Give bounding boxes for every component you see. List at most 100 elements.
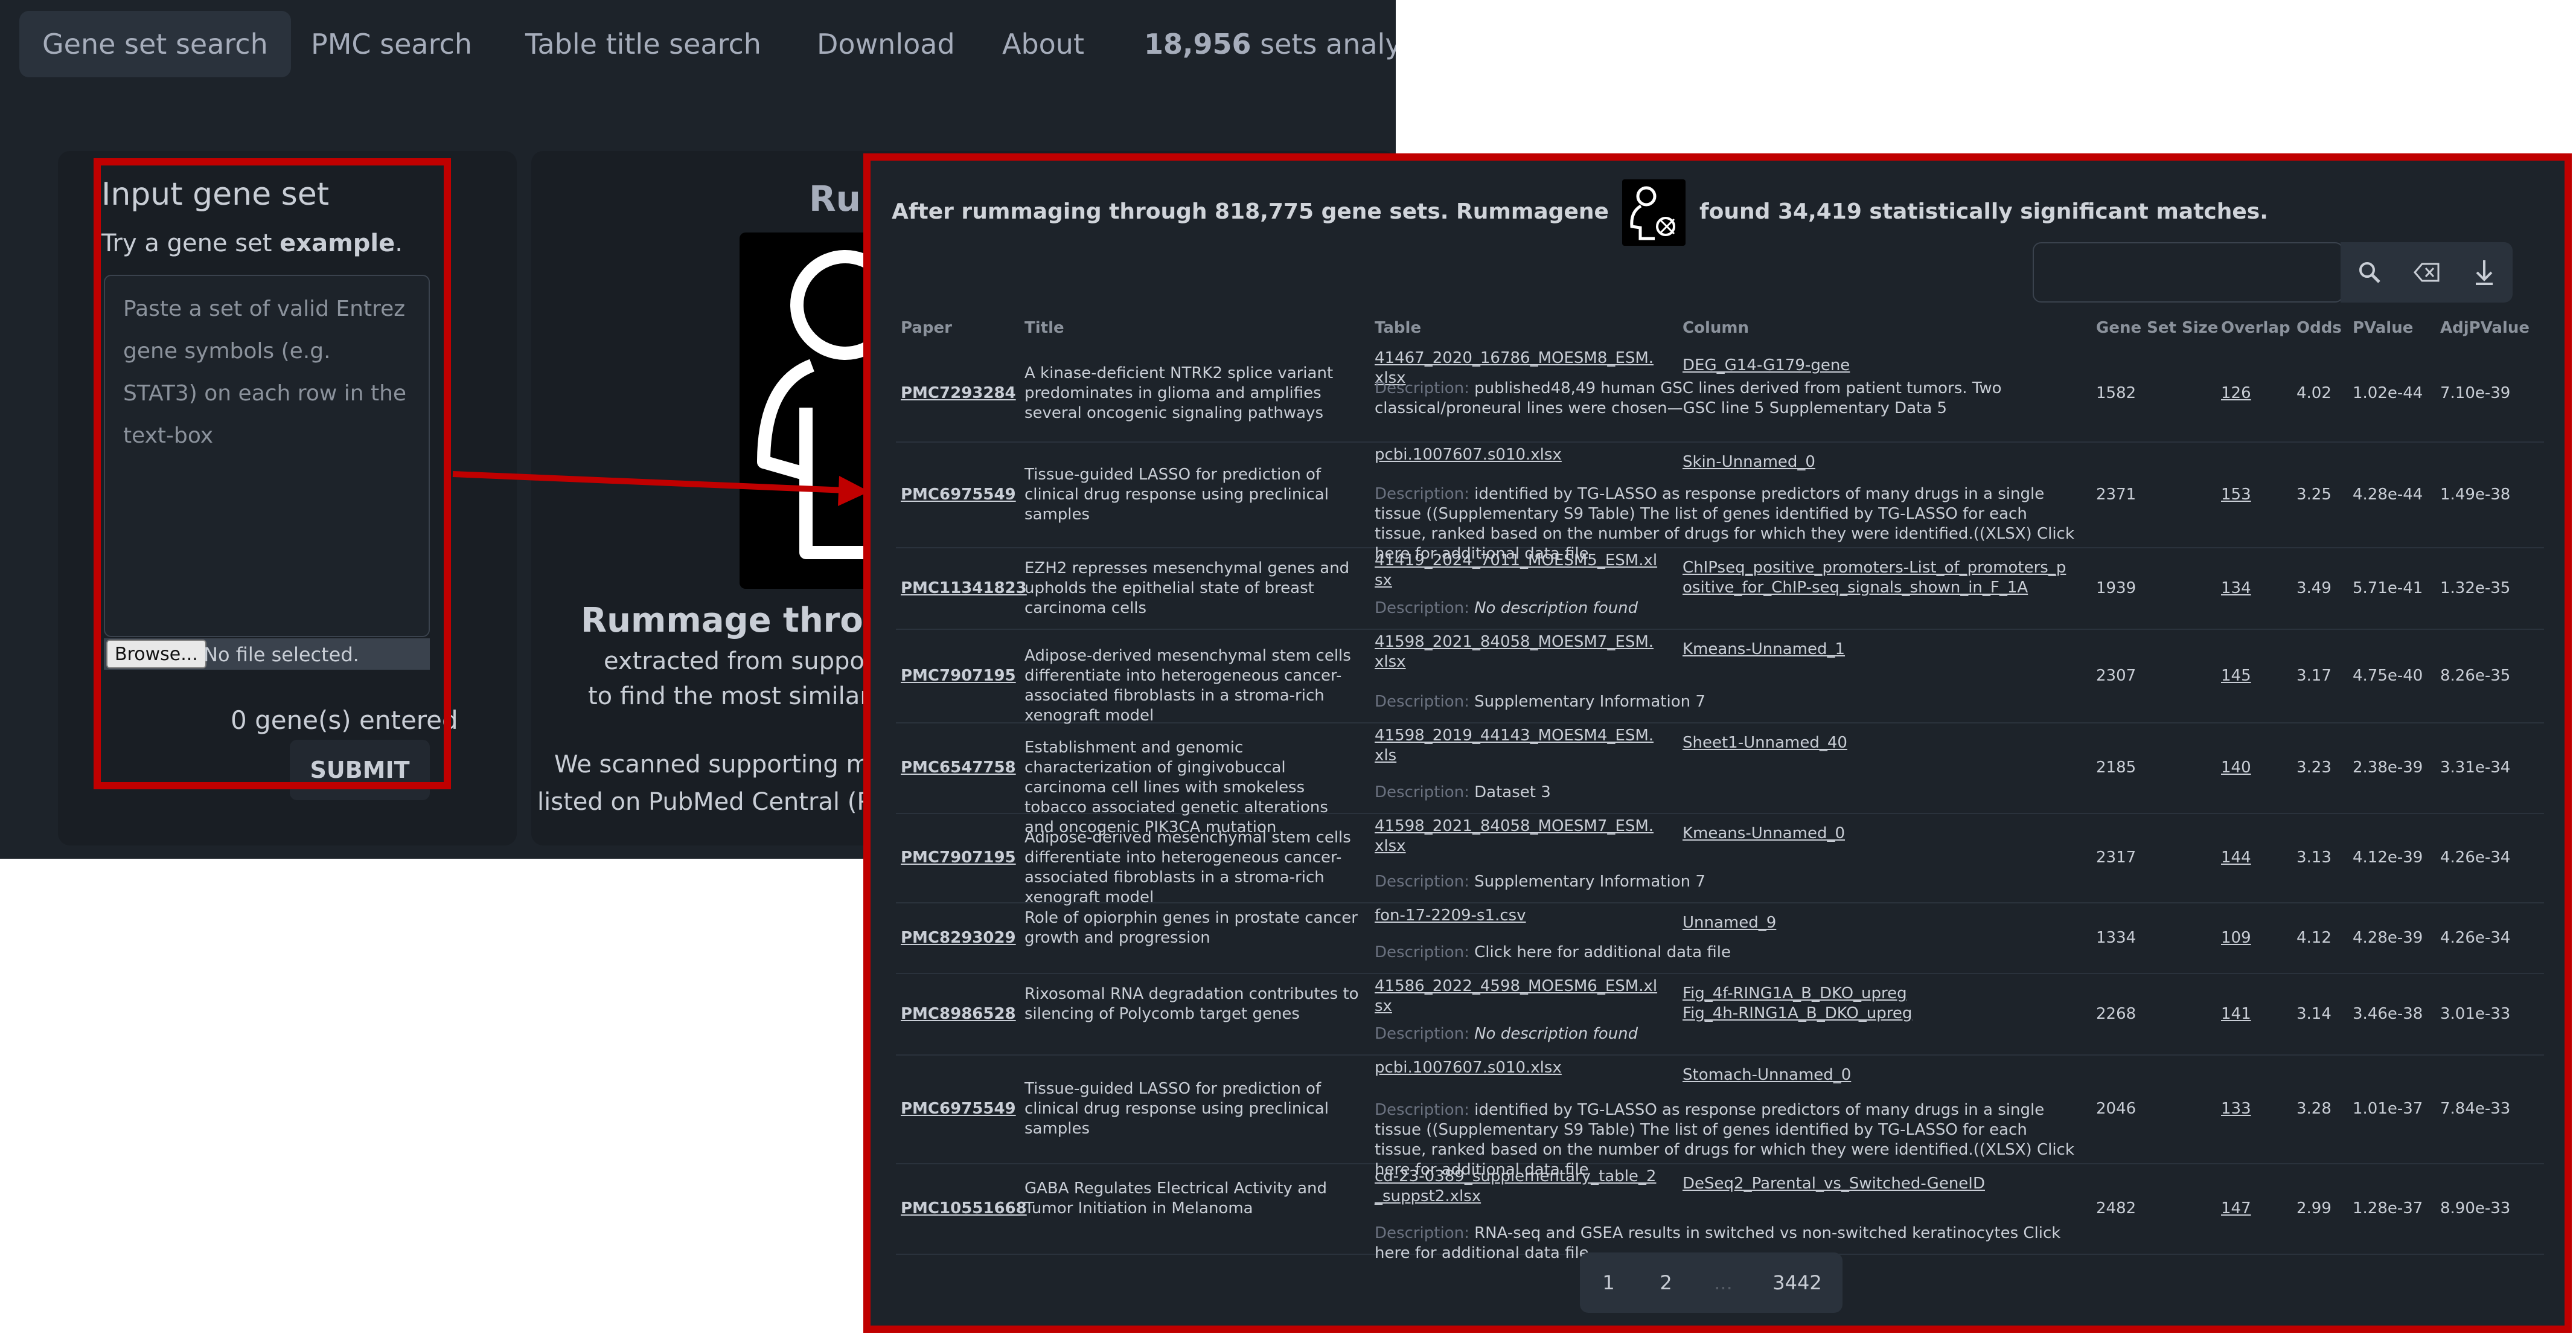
download-icon[interactable] <box>2455 242 2513 303</box>
table-link[interactable]: 41598_2019_44143_MOESM4_ESM.xls <box>1375 726 1654 765</box>
nav-about[interactable]: About <box>1002 11 1084 77</box>
col-header-overlap[interactable]: Overlap <box>2221 319 2290 337</box>
rummagene-logo-icon <box>1622 179 1686 246</box>
paper-link[interactable]: PMC7907195 <box>901 848 1016 867</box>
sets-analyzed-count: 18,956 sets analyzed <box>1144 28 1396 60</box>
column-link[interactable]: Stomach-Unnamed_0 <box>1683 1066 1851 1084</box>
pvalue: 2.38e-39 <box>2353 758 2423 777</box>
nav-download[interactable]: Download <box>817 11 955 77</box>
paper-title: Adipose-derived mesenchymal stem cells d… <box>1024 646 1351 725</box>
gene-set-size: 2482 <box>2096 1199 2137 1217</box>
hero-text: extracted from suppor <box>604 647 875 675</box>
col-header-table[interactable]: Table <box>1375 319 1421 337</box>
column-link[interactable]: ChIPseq_positive_promoters-List_of_promo… <box>1683 559 2066 597</box>
page-1-button[interactable]: 1 <box>1580 1252 1637 1313</box>
nav-gene-set-search[interactable]: Gene set search <box>19 11 291 77</box>
table-link[interactable]: pcbi.1007607.s010.xlsx <box>1375 1059 1562 1077</box>
column-cell: Sheet1-Unnamed_40 <box>1683 733 2069 753</box>
table-link[interactable]: 41419_2024_7011_MOESM5_ESM.xlsx <box>1375 551 1657 589</box>
overlap-link[interactable]: 144 <box>2221 848 2251 867</box>
overlap-link[interactable]: 145 <box>2221 667 2251 685</box>
column-cell: Kmeans-Unnamed_0 <box>1683 824 2069 844</box>
paper-title: A kinase-deficient NTRK2 splice variant … <box>1024 364 1334 422</box>
search-icon[interactable] <box>2341 242 2398 303</box>
column-cell: Stomach-Unnamed_0 <box>1683 1065 2069 1085</box>
col-header-pvalue[interactable]: PValue <box>2353 319 2413 337</box>
gene-set-size: 2185 <box>2096 758 2137 777</box>
overlap-link[interactable]: 153 <box>2221 486 2251 504</box>
paper-title: EZH2 represses mesenchymal genes and uph… <box>1024 559 1350 617</box>
overlap-link[interactable]: 134 <box>2221 579 2251 597</box>
paper-title: GABA Regulates Electrical Activity and T… <box>1024 1179 1328 1217</box>
gene-set-size: 2046 <box>2096 1100 2137 1118</box>
column-link[interactable]: DeSeq2_Parental_vs_Switched-GeneID <box>1683 1175 1985 1193</box>
results-panel: After rummaging through 818,775 gene set… <box>863 153 2572 1333</box>
adjpvalue: 8.90e-33 <box>2440 1199 2511 1217</box>
paper-title: Tissue-guided LASSO for prediction of cl… <box>1024 465 1329 524</box>
table-link[interactable]: 41598_2021_84058_MOESM7_ESM.xlsx <box>1375 633 1654 671</box>
odds: 3.23 <box>2296 758 2332 777</box>
table-link[interactable]: 41598_2021_84058_MOESM7_ESM.xlsx <box>1375 817 1654 855</box>
column-link[interactable]: Fig_4f-RING1A_B_DKO_upreg <box>1683 984 1907 1002</box>
table-link[interactable]: fon-17-2209-s1.csv <box>1375 906 1526 925</box>
description: Description: Supplementary Information 7 <box>1375 873 1705 891</box>
column-link[interactable]: DEG_G14-G179-gene <box>1683 356 1850 374</box>
paper-link[interactable]: PMC8986528 <box>901 1005 1016 1023</box>
paper-link[interactable]: PMC11341823 <box>901 579 1027 597</box>
paper-link[interactable]: PMC7293284 <box>901 384 1016 402</box>
description: Description: No description found <box>1375 1025 1638 1043</box>
column-link[interactable]: Skin-Unnamed_0 <box>1683 453 1815 471</box>
adjpvalue: 1.32e-35 <box>2440 579 2511 597</box>
pvalue: 4.75e-40 <box>2353 666 2423 685</box>
paper-link[interactable]: PMC7907195 <box>901 667 1016 685</box>
paper-link[interactable]: PMC6975549 <box>901 486 1016 504</box>
paper-link[interactable]: PMC6547758 <box>901 758 1016 777</box>
column-link[interactable]: Kmeans-Unnamed_1 <box>1683 640 1845 658</box>
column-cell: DEG_G14-G179-gene <box>1683 356 2069 376</box>
paper-link[interactable]: PMC10551668 <box>901 1199 1027 1217</box>
col-header-title[interactable]: Title <box>1024 319 1064 337</box>
table-link[interactable]: pcbi.1007607.s010.xlsx <box>1375 446 1562 464</box>
table-row: PMC8293029 Role of opiorphin genes in pro… <box>896 902 2544 974</box>
pvalue: 4.28e-39 <box>2353 928 2423 947</box>
nav-pmc-search[interactable]: PMC search <box>311 11 472 77</box>
backspace-icon[interactable] <box>2398 242 2455 303</box>
overlap-link[interactable]: 140 <box>2221 758 2251 777</box>
nav-table-title-search[interactable]: Table title search <box>525 11 761 77</box>
overlap-link[interactable]: 147 <box>2221 1199 2251 1217</box>
column-cell: DeSeq2_Parental_vs_Switched-GeneID <box>1683 1174 2069 1194</box>
gene-set-size: 2268 <box>2096 1004 2137 1023</box>
overlap-link[interactable]: 126 <box>2221 384 2251 402</box>
column-link[interactable]: Kmeans-Unnamed_0 <box>1683 824 1845 842</box>
paper-link[interactable]: PMC6975549 <box>901 1100 1016 1118</box>
rummagene-logo-image <box>740 232 900 589</box>
page-last-button[interactable]: 3442 <box>1752 1252 1843 1313</box>
odds: 3.14 <box>2296 1004 2332 1023</box>
column-link[interactable]: Sheet1-Unnamed_40 <box>1683 734 1847 752</box>
col-header-gene-set-size[interactable]: Gene Set Size <box>2096 319 2218 337</box>
adjpvalue: 3.01e-33 <box>2440 1004 2511 1023</box>
table-search-input[interactable] <box>2033 242 2344 303</box>
column-link[interactable]: Unnamed_9 <box>1683 914 1776 932</box>
overlap-link[interactable]: 133 <box>2221 1100 2251 1118</box>
paper-link[interactable]: PMC8293029 <box>901 929 1016 947</box>
col-header-adjpvalue[interactable]: AdjPValue <box>2440 319 2530 337</box>
table-link[interactable]: 41586_2022_4598_MOESM6_ESM.xlsx <box>1375 977 1657 1015</box>
page-2-button[interactable]: 2 <box>1637 1252 1695 1313</box>
odds: 3.28 <box>2296 1100 2332 1118</box>
col-header-paper[interactable]: Paper <box>901 319 952 337</box>
description: Description: No description found <box>1375 599 1638 617</box>
input-highlight-box <box>94 158 451 789</box>
table-link[interactable]: cd-23-0389_supplementary_table_2_suppst2… <box>1375 1167 1656 1205</box>
gene-set-size: 1582 <box>2096 384 2137 402</box>
overlap-link[interactable]: 141 <box>2221 1005 2251 1023</box>
adjpvalue: 7.84e-33 <box>2440 1100 2511 1118</box>
hero-heading: Rummage throug <box>581 601 912 640</box>
overlap-link[interactable]: 109 <box>2221 929 2251 947</box>
table-row: PMC6975549 Tissue-guided LASSO for predic… <box>896 441 2544 563</box>
col-header-odds[interactable]: Odds <box>2296 319 2342 337</box>
odds: 4.02 <box>2296 384 2332 402</box>
col-header-column[interactable]: Column <box>1683 319 1749 337</box>
column-link[interactable]: Fig_4h-RING1A_B_DKO_upreg <box>1683 1004 1912 1022</box>
page-ellipsis: ... <box>1714 1271 1733 1294</box>
